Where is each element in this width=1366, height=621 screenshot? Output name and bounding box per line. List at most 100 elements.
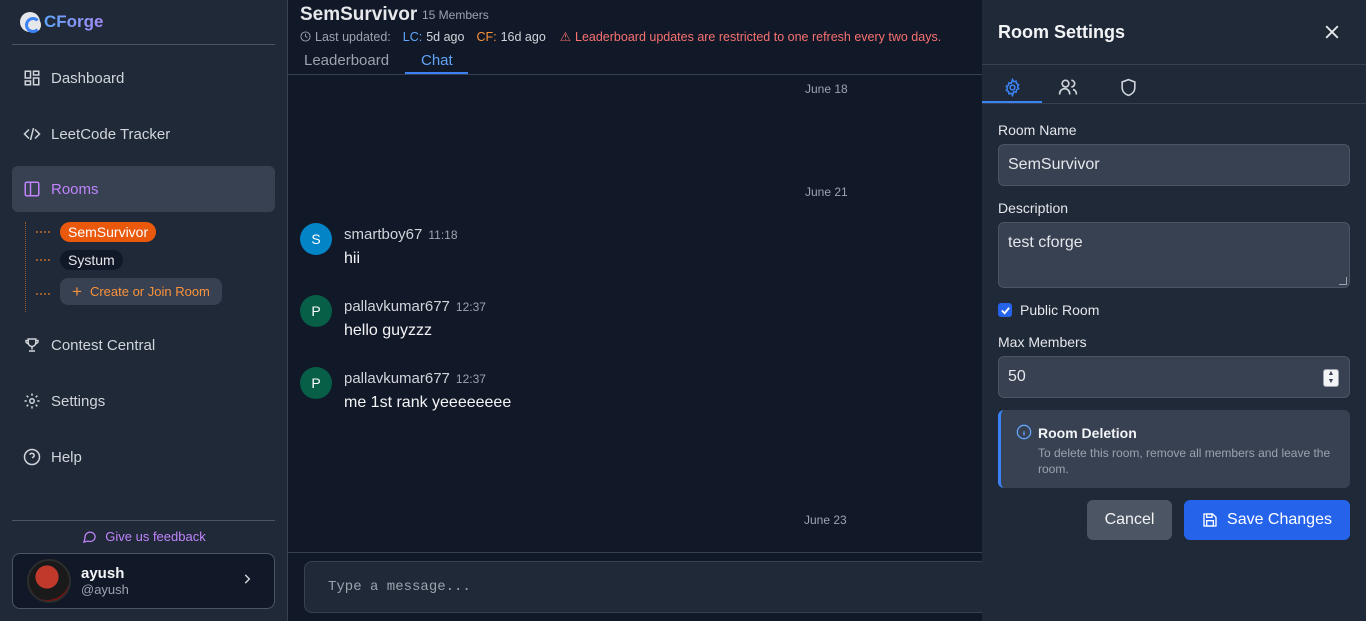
sidebar-item-label: Help [51, 448, 82, 466]
sidebar: CForge Dashboard LeetCode Tracker Rooms … [0, 0, 288, 621]
tree-connector [36, 259, 50, 261]
sidebar-item-settings[interactable]: Settings [12, 378, 275, 424]
description-value: test cforge [1008, 234, 1083, 251]
tree-connector [36, 231, 50, 233]
user-name: ayush [81, 565, 125, 582]
date-separator: June 21 [805, 185, 848, 199]
room-settings-panel: Room Settings Room Name SemSurvivor Desc… [982, 0, 1366, 621]
settings-tab-members[interactable] [1038, 72, 1098, 102]
save-icon [1203, 513, 1217, 527]
cancel-button[interactable]: Cancel [1087, 500, 1172, 540]
message-avatar: P [300, 367, 332, 399]
max-members-value: 50 [1008, 368, 1026, 385]
room-tabs: Leaderboard Chat [288, 44, 982, 75]
sidebar-item-contest[interactable]: Contest Central [12, 322, 275, 368]
sidebar-item-label: Settings [51, 392, 106, 410]
lc-value: 5d ago [426, 29, 465, 44]
gear-icon [1004, 77, 1020, 97]
user-profile-card[interactable]: ayush @ayush [12, 553, 275, 609]
cf-label: CF: [476, 29, 497, 44]
author-name: smartboy67 [344, 226, 423, 243]
message-text: hello guyzzz [344, 322, 433, 339]
room-name-input[interactable]: SemSurvivor [998, 144, 1350, 186]
lc-label: LC: [402, 29, 423, 44]
feedback-link[interactable]: Give us feedback [0, 529, 288, 544]
date-separator: June 23 [804, 513, 847, 527]
message-author: pallavkumar677 12:37 [344, 370, 486, 387]
divider [12, 44, 275, 45]
notice-title: Room Deletion [1038, 425, 1137, 441]
check-icon [1000, 306, 1010, 315]
message-author: pallavkumar677 12:37 [344, 298, 486, 315]
room-deletion-notice: Room Deletion To delete this room, remov… [998, 410, 1350, 488]
save-label: Save Changes [1227, 511, 1332, 528]
trophy-icon [23, 336, 41, 354]
save-changes-button[interactable]: Save Changes [1184, 500, 1350, 540]
settings-tab-general[interactable] [982, 72, 1042, 102]
last-updated-label: Last updated: [315, 29, 391, 44]
tab-active-indicator [405, 72, 468, 74]
description-input[interactable]: test cforge [998, 222, 1350, 288]
divider [982, 64, 1366, 65]
sidebar-item-label: Rooms [51, 180, 99, 198]
settings-tab-security[interactable] [1098, 72, 1158, 102]
app-logo[interactable]: CForge [20, 12, 104, 33]
max-members-input[interactable]: 50 ▲ ▼ [998, 356, 1350, 398]
chevron-right-icon [240, 572, 254, 591]
message-avatar: P [300, 295, 332, 327]
panel-icon [23, 180, 41, 198]
user-handle: @ayush [81, 582, 129, 597]
notice-text: To delete this room, remove all members … [1038, 446, 1331, 476]
avatar [27, 559, 71, 603]
max-members-label: Max Members [998, 334, 1087, 350]
gear-icon [23, 392, 41, 410]
logo-text: CForge [44, 12, 104, 31]
tree-connector [36, 293, 50, 295]
create-join-room-button[interactable]: + Create or Join Room [60, 278, 222, 305]
sidebar-item-label: Dashboard [51, 69, 125, 87]
room-tree-line [25, 222, 26, 312]
room-item-semsurvivor[interactable]: SemSurvivor [60, 222, 157, 242]
clock-icon [300, 31, 311, 42]
sidebar-item-label: Contest Central [51, 336, 156, 354]
resize-handle[interactable] [1339, 277, 1347, 285]
sidebar-item-leetcode[interactable]: LeetCode Tracker [12, 111, 275, 157]
sidebar-item-help[interactable]: Help [12, 434, 275, 480]
message-text: hii [344, 250, 361, 267]
help-icon [23, 448, 41, 466]
divider [12, 520, 275, 521]
message-text: me 1st rank yeeeeeeee [344, 394, 512, 411]
chat-main: SemSurvivor 15 Members Last updated: LC:… [288, 0, 1004, 621]
panel-title: Room Settings [998, 22, 1126, 42]
message-author: smartboy67 11:18 [344, 226, 458, 243]
description-label: Description [998, 200, 1069, 216]
date-separator: June 18 [805, 82, 848, 96]
room-name-label: Room Name [998, 122, 1077, 138]
shield-icon [1120, 78, 1136, 96]
message-time: 11:18 [428, 228, 458, 242]
chevron-down-icon: ▼ [1327, 378, 1335, 385]
room-title: SemSurvivor [300, 4, 418, 25]
message-time: 12:37 [455, 372, 486, 386]
member-count: 15 Members [422, 8, 489, 22]
room-item-systum[interactable]: Systum [60, 250, 123, 270]
composer-area: Type a message... [288, 552, 1004, 621]
author-name: pallavkumar677 [344, 370, 450, 387]
logo-icon [20, 12, 41, 33]
create-room-label: Create or Join Room [89, 284, 210, 299]
info-icon [1016, 424, 1032, 445]
number-stepper[interactable]: ▲ ▼ [1323, 369, 1339, 387]
author-name: pallavkumar677 [344, 298, 450, 315]
users-icon [1058, 79, 1078, 95]
sidebar-item-rooms[interactable]: Rooms [12, 166, 275, 212]
update-status: Last updated: LC: 5d ago CF: 16d ago ⚠ L… [300, 29, 941, 44]
sidebar-item-label: LeetCode Tracker [51, 125, 171, 143]
message-time: 12:37 [455, 300, 486, 314]
public-room-checkbox[interactable] [998, 303, 1012, 317]
sidebar-item-dashboard[interactable]: Dashboard [12, 55, 275, 101]
close-icon[interactable] [1322, 22, 1342, 47]
message-input[interactable]: Type a message... [304, 561, 1004, 613]
tab-chat[interactable]: Chat [421, 52, 453, 69]
plus-icon: + [72, 281, 82, 301]
tab-leaderboard[interactable]: Leaderboard [304, 52, 389, 69]
